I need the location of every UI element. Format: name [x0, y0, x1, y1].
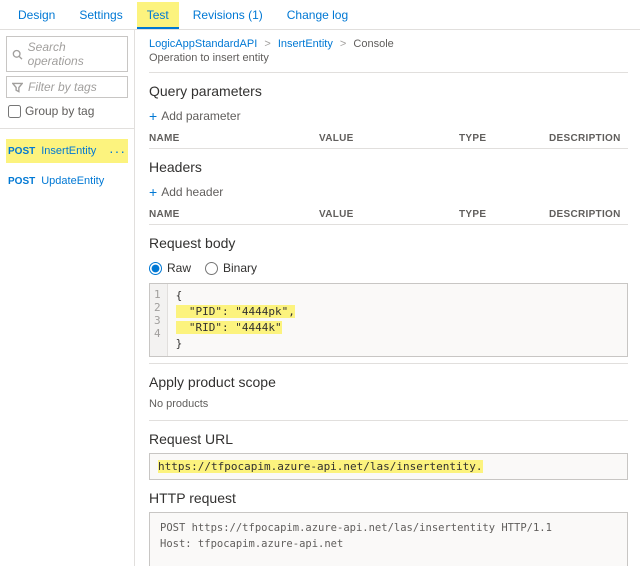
operation-method: POST: [8, 176, 35, 187]
section-query: Query parameters: [149, 83, 628, 99]
body-content: { "PID": "4444pk", "RID": "4444k" }: [168, 284, 303, 356]
section-body: Request body: [149, 235, 628, 251]
col-value: VALUE: [319, 209, 459, 220]
search-icon: [12, 49, 23, 60]
operation-description: Operation to insert entity: [149, 52, 628, 64]
col-desc: DESCRIPTION: [549, 133, 628, 144]
plus-icon: +: [149, 185, 157, 199]
crumb-page: Console: [353, 38, 393, 50]
operation-name: UpdateEntity: [41, 175, 104, 187]
breadcrumb: LogicAppStandardAPI > InsertEntity > Con…: [149, 38, 628, 50]
tab-test[interactable]: Test: [137, 2, 179, 29]
tab-changelog[interactable]: Change log: [277, 2, 358, 29]
search-placeholder: Search operations: [28, 40, 122, 68]
col-desc: DESCRIPTION: [549, 209, 628, 220]
group-by-tag-label: Group by tag: [25, 104, 94, 118]
tab-settings[interactable]: Settings: [69, 2, 132, 29]
section-scope: Apply product scope: [149, 374, 628, 390]
operation-name: InsertEntity: [41, 145, 96, 157]
section-headers: Headers: [149, 159, 628, 175]
operation-method: POST: [8, 146, 35, 157]
operation-update-entity[interactable]: POST UpdateEntity: [6, 171, 128, 191]
sidebar: Search operations Filter by tags Group b…: [0, 30, 135, 566]
header-columns: NAME VALUE TYPE DESCRIPTION: [149, 205, 628, 225]
col-value: VALUE: [319, 133, 459, 144]
operation-menu-icon[interactable]: ···: [109, 143, 126, 159]
crumb-api[interactable]: LogicAppStandardAPI: [149, 38, 257, 50]
col-type: TYPE: [459, 209, 549, 220]
radio-binary[interactable]: Binary: [205, 261, 257, 275]
group-by-tag[interactable]: Group by tag: [6, 102, 128, 124]
no-products: No products: [149, 396, 628, 414]
add-header-button[interactable]: +Add header: [149, 181, 223, 205]
query-columns: NAME VALUE TYPE DESCRIPTION: [149, 129, 628, 149]
body-type-radio: Raw Binary: [149, 257, 628, 283]
line-gutter: 1234: [150, 284, 168, 356]
plus-icon: +: [149, 109, 157, 123]
search-operations[interactable]: Search operations: [6, 36, 128, 72]
add-parameter-button[interactable]: +Add parameter: [149, 105, 241, 129]
group-by-tag-checkbox[interactable]: [8, 105, 21, 118]
operation-list: POST InsertEntity ··· POST UpdateEntity: [6, 139, 128, 191]
filter-placeholder: Filter by tags: [28, 80, 97, 94]
request-url-box: https://tfpocapim.azure-api.net/las/inse…: [149, 453, 628, 480]
filter-tags[interactable]: Filter by tags: [6, 76, 128, 98]
request-body-editor[interactable]: 1234 { "PID": "4444pk", "RID": "4444k" }: [149, 283, 628, 357]
crumb-op[interactable]: InsertEntity: [278, 38, 333, 50]
section-url: Request URL: [149, 431, 628, 447]
sidebar-separator: [0, 128, 134, 129]
filter-icon: [12, 82, 23, 93]
col-type: TYPE: [459, 133, 549, 144]
tab-revisions[interactable]: Revisions (1): [183, 2, 273, 29]
main-panel: LogicAppStandardAPI > InsertEntity > Con…: [135, 30, 640, 566]
tab-design[interactable]: Design: [8, 2, 65, 29]
radio-raw[interactable]: Raw: [149, 261, 191, 275]
operation-insert-entity[interactable]: POST InsertEntity ···: [6, 139, 128, 163]
top-tabs: Design Settings Test Revisions (1) Chang…: [0, 0, 640, 30]
col-name: NAME: [149, 209, 319, 220]
http-request-box: POST https://tfpocapim.azure-api.net/las…: [149, 512, 628, 566]
section-http: HTTP request: [149, 490, 628, 506]
col-name: NAME: [149, 133, 319, 144]
request-url-value: https://tfpocapim.azure-api.net/las/inse…: [158, 460, 483, 473]
